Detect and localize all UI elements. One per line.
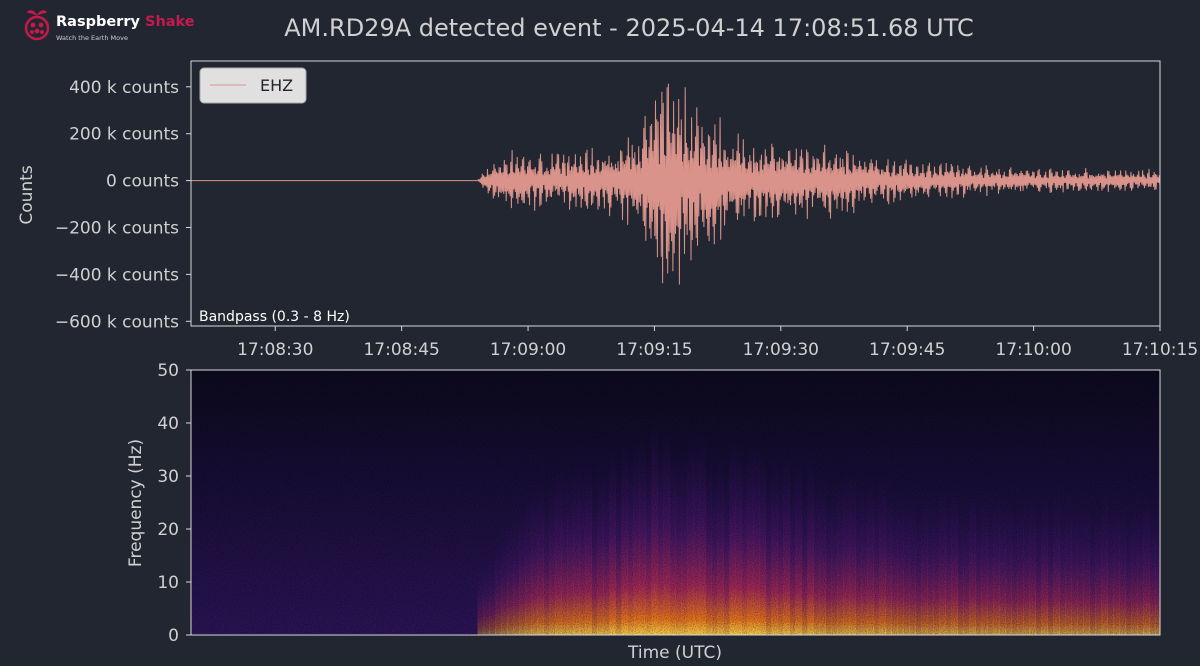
freq-tick-label: 40	[157, 414, 179, 434]
x-tick-label: 17:09:30	[743, 340, 819, 360]
y-tick-label: −400 k counts	[55, 265, 179, 285]
legend-label: EHZ	[260, 76, 293, 95]
ehz-waveform-line	[191, 83, 1160, 285]
x-tick-label: 17:09:45	[869, 340, 945, 360]
chart-canvas: 400 k counts 200 k counts 0 counts −200 k c…	[17, 60, 1198, 663]
spectrogram-y-ticks: 0 10 20 30 40 50	[157, 361, 191, 646]
y-tick-label: −200 k counts	[55, 219, 179, 239]
x-tick-label: 17:09:15	[616, 340, 692, 360]
waveform-y-axis-label: Counts	[17, 165, 37, 224]
x-tick-label: 17:09:00	[490, 340, 566, 360]
legend: EHZ	[199, 67, 307, 104]
freq-tick-label: 0	[168, 626, 179, 646]
spectrogram-x-axis-label: Time (UTC)	[627, 643, 722, 663]
freq-tick-label: 50	[157, 361, 179, 381]
waveform-x-ticks: 17:08:30 17:08:45 17:09:00 17:09:15 17:09:30…	[237, 326, 1198, 360]
x-tick-label: 17:08:30	[237, 340, 313, 360]
filter-annotation: Bandpass (0.3 - 8 Hz)	[199, 309, 350, 325]
waveform-panel: 400 k counts 200 k counts 0 counts −200 k c…	[17, 60, 1198, 360]
spectrogram-panel: 0 10 20 30 40 50 Frequency (Hz) Time (UTC)	[126, 361, 1161, 663]
x-tick-label: 17:10:15	[1122, 340, 1198, 360]
x-tick-label: 17:08:45	[363, 340, 439, 360]
freq-tick-label: 20	[157, 520, 179, 540]
y-tick-label: 200 k counts	[69, 125, 179, 145]
x-tick-label: 17:10:00	[995, 340, 1071, 360]
freq-tick-label: 30	[157, 467, 179, 487]
freq-tick-label: 10	[157, 573, 179, 593]
y-tick-label: 400 k counts	[69, 78, 179, 98]
spectrogram-noise	[191, 370, 1160, 635]
waveform-y-ticks: 400 k counts 200 k counts 0 counts −200 k c…	[55, 78, 191, 332]
spectrogram-y-axis-label: Frequency (Hz)	[126, 439, 146, 567]
y-tick-label: 0 counts	[106, 172, 179, 192]
y-tick-label: −600 k counts	[55, 312, 179, 332]
